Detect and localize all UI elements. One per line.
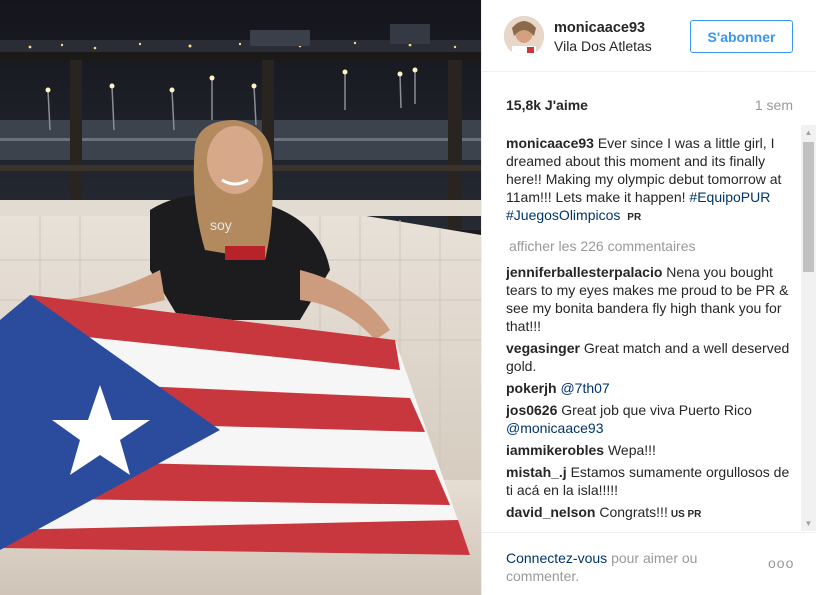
flag-emoji-us-pr: US PR [670, 509, 702, 520]
svg-text:soy: soy [210, 217, 232, 233]
comment-item: mistah_.j Estamos sumamente orgullosos d… [506, 463, 794, 499]
login-prompt: Connectez-vous pour aimer ou commenter. [506, 549, 746, 585]
scroll-down-icon[interactable]: ▼ [801, 516, 816, 531]
comments-list[interactable]: monicaace93 Ever since I was a little gi… [506, 134, 794, 534]
scrollbar-thumb[interactable] [803, 142, 814, 272]
comment-username[interactable]: jenniferballesterpalacio [506, 264, 662, 280]
comment-item: iammikerobles Wepa!!! [506, 441, 794, 459]
post-footer: Connectez-vous pour aimer ou commenter. … [482, 532, 816, 595]
comments-scrollbar[interactable]: ▲ ▼ [801, 125, 816, 531]
comment-username[interactable]: jos0626 [506, 402, 557, 418]
comment-item: vegasinger Great match and a well deserv… [506, 339, 794, 375]
avatar[interactable] [504, 16, 544, 56]
post-image: soy [0, 0, 481, 595]
comment-item: pokerjh @7th07 [506, 379, 794, 397]
caption-username[interactable]: monicaace93 [506, 135, 594, 151]
comment-mention[interactable]: @monicaace93 [506, 420, 604, 436]
comment-item: jenniferballesterpalacio Nena you bought… [506, 263, 794, 335]
follow-button[interactable]: S'abonner [690, 20, 793, 53]
comment-username[interactable]: pokerjh [506, 380, 557, 396]
comment-username[interactable]: vegasinger [506, 340, 580, 356]
comment-username[interactable]: iammikerobles [506, 442, 604, 458]
post-header: monicaace93 Vila Dos Atletas S'abonner [482, 0, 816, 72]
comment-text: Wepa!!! [607, 442, 656, 458]
post-stats: 15,8k J'aime 1 sem [482, 88, 816, 122]
post-time[interactable]: 1 sem [755, 97, 793, 113]
more-options-icon[interactable]: ooo [768, 555, 794, 571]
username-link[interactable]: monicaace93 [554, 20, 645, 36]
comment-username[interactable]: mistah_.j [506, 464, 567, 480]
comment-username[interactable]: david_nelson [506, 504, 595, 520]
load-more-comments[interactable]: afficher les 226 commentaires [509, 237, 794, 255]
location-link[interactable]: Vila Dos Atletas [554, 38, 652, 54]
likes-count[interactable]: 15,8k J'aime [506, 97, 588, 113]
hashtag-juegosolimpicos[interactable]: #JuegosOlimpicos [506, 207, 620, 223]
post-details-panel: monicaace93 Vila Dos Atletas S'abonner 1… [481, 0, 816, 595]
hashtag-equipopur[interactable]: #EquipoPUR [689, 189, 770, 205]
comment-item: jos0626 Great job que viva Puerto Rico @… [506, 401, 794, 437]
comment-mention[interactable]: @7th07 [560, 380, 609, 396]
scroll-up-icon[interactable]: ▲ [801, 125, 816, 140]
caption: monicaace93 Ever since I was a little gi… [506, 134, 794, 227]
comment-text: Congrats!!! [599, 504, 668, 520]
comment-item: david_nelson Congrats!!! US PR [506, 503, 794, 524]
flag-emoji-pr: PR [627, 212, 642, 223]
comment-text: Great job que viva Puerto Rico [561, 402, 752, 418]
avatar-image [504, 16, 544, 56]
post-photo[interactable]: soy [0, 0, 481, 595]
login-link[interactable]: Connectez-vous [506, 550, 607, 566]
